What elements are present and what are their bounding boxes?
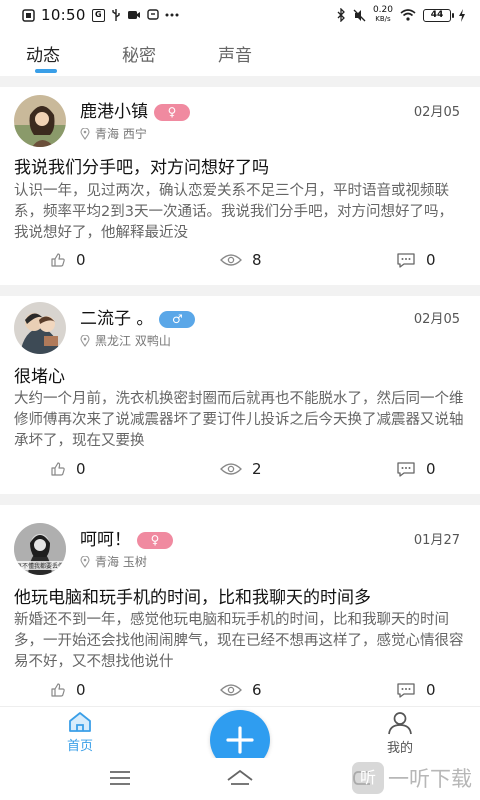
app-notification-icon: G bbox=[91, 8, 105, 22]
nav-mine-label: 我的 bbox=[386, 741, 413, 756]
eye-icon bbox=[220, 254, 242, 266]
view-count: 8 bbox=[252, 251, 262, 269]
view-stat: 6 bbox=[220, 681, 262, 699]
like-icon bbox=[51, 462, 65, 476]
post-title[interactable]: 我说我们分手吧，对方问想好了吗 bbox=[14, 153, 470, 178]
location-pin-icon bbox=[80, 334, 90, 347]
tab-secrets-label: 秘密 bbox=[122, 45, 156, 66]
gender-female-badge: ♀ bbox=[154, 103, 190, 121]
comment-count: 0 bbox=[426, 460, 436, 478]
bottom-nav: 首页 我的 bbox=[0, 706, 480, 770]
watermark-logo: 听 bbox=[352, 762, 384, 794]
comment-icon bbox=[397, 252, 415, 268]
comment-icon bbox=[397, 461, 415, 477]
wifi-icon bbox=[400, 9, 416, 21]
post-date: 02月05 bbox=[413, 312, 460, 327]
network-speed: 0.20 KB/s bbox=[372, 5, 393, 24]
post-title[interactable]: 很堵心 bbox=[14, 362, 470, 387]
like-icon bbox=[51, 683, 65, 697]
comment-count: 0 bbox=[426, 251, 436, 269]
tab-active-indicator bbox=[35, 68, 57, 73]
comment-stat[interactable]: 0 bbox=[396, 460, 436, 478]
bluetooth-icon bbox=[337, 8, 346, 22]
like-count: 0 bbox=[76, 251, 86, 269]
post-location: 青海 玉树 bbox=[80, 553, 147, 570]
tab-dynamics[interactable]: 动态 bbox=[26, 41, 122, 73]
tab-voice-label: 声音 bbox=[218, 45, 252, 66]
like-icon bbox=[51, 253, 65, 267]
gender-male-badge: ♂ bbox=[159, 310, 196, 328]
watermark-text: 一听下载 bbox=[388, 767, 472, 791]
view-count: 6 bbox=[252, 681, 262, 699]
watermark: 听 一听下载 bbox=[352, 762, 472, 794]
tab-voice[interactable]: 声音 bbox=[218, 41, 314, 66]
post-feed: 鹿港小镇 ♀ 02月05 青海 西宁 我说我们分手吧，对方问想好了吗 认识一年，见… bbox=[0, 76, 480, 718]
post-stats: 0 8 0 bbox=[0, 251, 480, 275]
status-time: 10:50 bbox=[41, 6, 86, 24]
user-icon bbox=[388, 712, 412, 735]
post-username[interactable]: 鹿港小镇 ♀ bbox=[80, 97, 190, 122]
post-date: 02月05 bbox=[413, 105, 460, 120]
comment-stat[interactable]: 0 bbox=[396, 681, 436, 699]
location-pin-icon bbox=[80, 127, 90, 140]
nav-mine[interactable]: 我的 bbox=[376, 711, 424, 756]
mute-icon bbox=[353, 9, 366, 22]
feed-separator bbox=[0, 76, 480, 87]
post-stats: 0 6 0 bbox=[0, 681, 480, 705]
view-stat: 2 bbox=[220, 460, 262, 478]
comment-stat[interactable]: 0 bbox=[396, 251, 436, 269]
gender-female-badge: ♀ bbox=[137, 531, 173, 549]
messages-notification-icon bbox=[147, 9, 159, 21]
post-username[interactable]: 二流子 。 ♂ bbox=[80, 304, 196, 329]
post-title[interactable]: 他玩电脑和玩手机的时间，比和我聊天的时间多 bbox=[14, 583, 470, 608]
post-date: 01月27 bbox=[413, 533, 460, 548]
post-body[interactable]: 大约一个月前，洗衣机换密封圈而后就再也不能脱水了，然后同一个维修师傅再次来了说减… bbox=[14, 389, 466, 452]
post-location: 青海 西宁 bbox=[80, 125, 147, 142]
like-stat[interactable]: 0 bbox=[50, 460, 86, 478]
eye-icon bbox=[220, 463, 242, 475]
avatar-caption: 再不懂我都要丢偿 bbox=[16, 562, 64, 570]
feed-separator bbox=[0, 285, 480, 296]
comment-icon bbox=[397, 682, 415, 698]
like-count: 0 bbox=[76, 460, 86, 478]
avatar[interactable] bbox=[14, 302, 66, 354]
plus-icon bbox=[226, 726, 254, 754]
post-card[interactable]: 鹿港小镇 ♀ 02月05 青海 西宁 我说我们分手吧，对方问想好了吗 认识一年，见… bbox=[0, 87, 480, 285]
more-notifications-icon bbox=[165, 13, 179, 17]
like-count: 0 bbox=[76, 681, 86, 699]
comment-count: 0 bbox=[426, 681, 436, 699]
tab-dynamics-label: 动态 bbox=[26, 45, 60, 66]
battery-icon: 44 bbox=[423, 8, 454, 22]
post-stats: 0 2 0 bbox=[0, 460, 480, 484]
top-tabs: 动态 秘密 声音 bbox=[0, 30, 480, 76]
nav-home[interactable]: 首页 bbox=[56, 711, 104, 754]
nav-home-label: 首页 bbox=[66, 739, 93, 754]
like-stat[interactable]: 0 bbox=[50, 681, 86, 699]
like-stat[interactable]: 0 bbox=[50, 251, 86, 269]
home-icon bbox=[69, 712, 91, 732]
post-card[interactable]: 再不懂我都要丢偿 呵呵！ ♀ 01月27 青海 玉树 他玩电脑和玩手机的时间，比和… bbox=[0, 505, 480, 707]
post-username[interactable]: 呵呵！ ♀ bbox=[80, 525, 173, 550]
tab-secrets[interactable]: 秘密 bbox=[122, 41, 218, 66]
media-notification-icon bbox=[127, 9, 141, 21]
post-body[interactable]: 新婚还不到一年，感觉他玩电脑和玩手机的时间，比和我聊天的时间多，一开始还会找他闹… bbox=[14, 610, 466, 673]
view-count: 2 bbox=[252, 460, 262, 478]
view-stat: 8 bbox=[220, 251, 262, 269]
eye-icon bbox=[220, 684, 242, 696]
charging-icon bbox=[458, 8, 466, 22]
avatar[interactable] bbox=[14, 95, 66, 147]
screenshot-notification-icon bbox=[22, 8, 35, 22]
usb-icon bbox=[111, 8, 121, 22]
status-bar: 10:50 G 0.20 KB/s 44 bbox=[0, 0, 480, 30]
post-body[interactable]: 认识一年，见过两次，确认恋爱关系不足三个月，平时语音或视频联系，频率平均2到3天… bbox=[14, 181, 466, 244]
menu-icon[interactable] bbox=[108, 770, 132, 786]
post-card[interactable]: 二流子 。 ♂ 02月05 黑龙江 双鸭山 很堵心 大约一个月前，洗衣机换密封圈而… bbox=[0, 296, 480, 494]
feed-separator bbox=[0, 494, 480, 505]
location-pin-icon bbox=[80, 555, 90, 568]
post-location: 黑龙江 双鸭山 bbox=[80, 332, 171, 349]
home-system-icon[interactable] bbox=[226, 768, 254, 786]
avatar[interactable]: 再不懂我都要丢偿 bbox=[14, 523, 66, 575]
